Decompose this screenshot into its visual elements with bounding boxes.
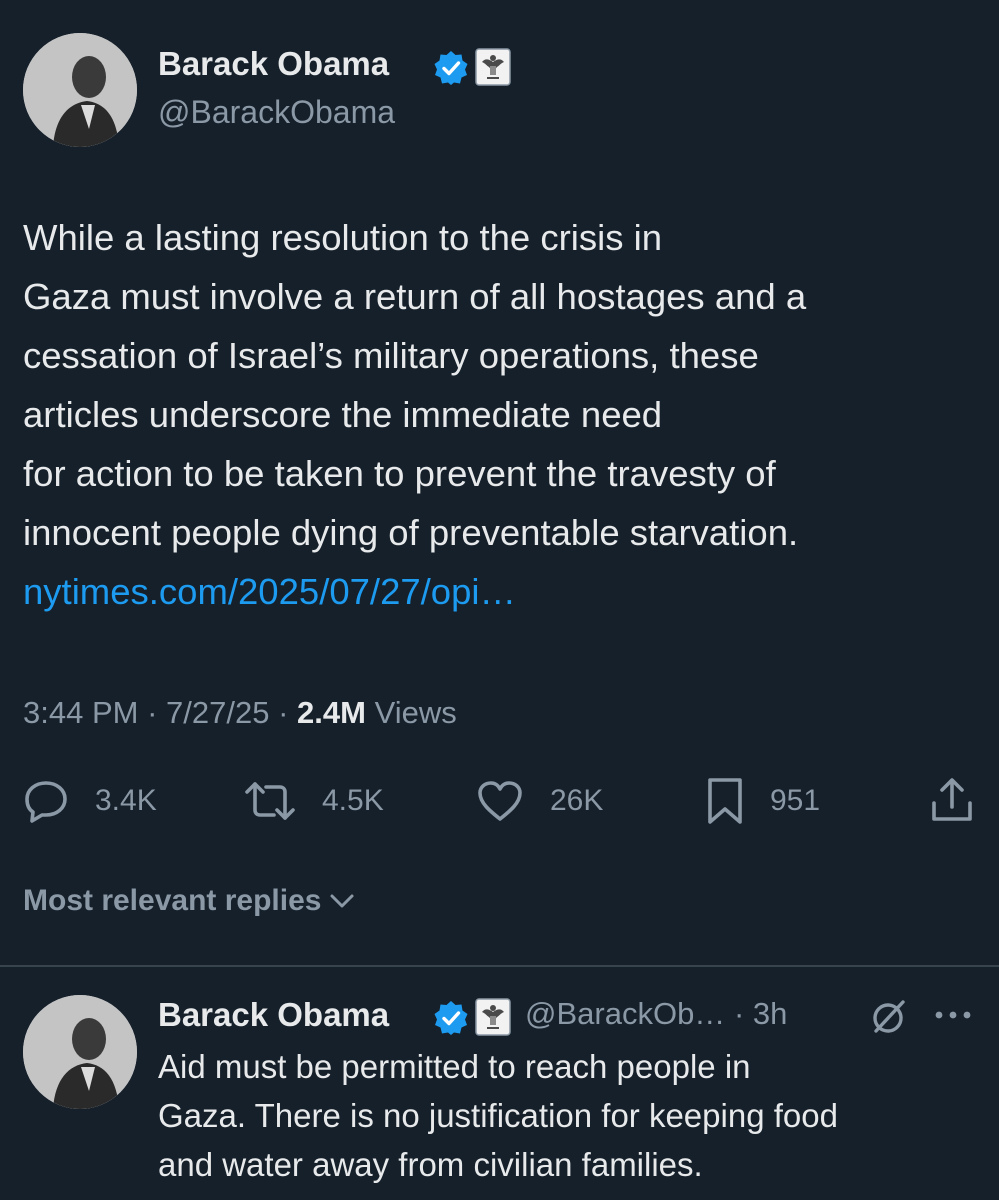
replies-sort-dropdown[interactable]: Most relevant replies	[23, 884, 355, 918]
author-handle[interactable]: @BarackObama	[158, 94, 395, 131]
tweet-text-line: cessation of Israel’s military operation…	[23, 335, 759, 376]
reply-button[interactable]: 3.4K	[23, 779, 157, 823]
like-button[interactable]: 26K	[476, 779, 603, 823]
bookmark-icon	[706, 777, 744, 825]
reply-text-line: and water away from civilian families.	[158, 1146, 703, 1183]
bookmark-button[interactable]: 951	[706, 777, 820, 825]
author-name[interactable]: Barack Obama	[158, 45, 389, 83]
views-count[interactable]: 2.4M	[297, 695, 366, 730]
bookmark-count: 951	[770, 784, 821, 817]
grok-icon[interactable]	[870, 998, 908, 1041]
tweet-time[interactable]: 3:44 PM	[23, 695, 138, 730]
tweet-meta: 3:44 PM · 7/27/25 · 2.4M Views	[23, 695, 457, 731]
heart-icon	[476, 780, 524, 822]
meta-separator: ·	[278, 695, 289, 730]
repost-count: 4.5K	[322, 784, 384, 817]
section-divider	[0, 965, 999, 967]
tweet-text-line: for action to be taken to prevent the tr…	[23, 453, 776, 494]
reply-body: Aid must be permitted to reach people in…	[158, 1042, 838, 1189]
chevron-down-icon	[329, 884, 355, 918]
government-seal-icon	[475, 48, 511, 86]
repost-button[interactable]: 4.5K	[244, 779, 384, 823]
share-icon	[930, 777, 974, 823]
tweet-body: While a lasting resolution to the crisis…	[23, 208, 983, 621]
meta-separator: ·	[733, 996, 745, 1031]
verified-badge-icon	[433, 1000, 469, 1036]
views-label: Views	[374, 695, 457, 730]
tweet-text-line: articles underscore the immediate need	[23, 394, 663, 435]
reply-text-line: Gaza. There is no justification for keep…	[158, 1097, 838, 1134]
more-icon[interactable]	[933, 1008, 973, 1027]
like-count: 26K	[550, 784, 604, 817]
tweet-text-line: Gaza must involve a return of all hostag…	[23, 276, 807, 317]
tweet-text-line: While a lasting resolution to the crisis…	[23, 217, 663, 258]
government-seal-icon	[475, 998, 511, 1036]
reply-author-handle[interactable]: @BarackOb…	[525, 996, 725, 1031]
reply-icon	[23, 779, 69, 823]
author-avatar[interactable]	[23, 33, 137, 147]
reply-author-avatar[interactable]	[23, 995, 137, 1109]
reply-time[interactable]: 3h	[753, 996, 787, 1031]
tweet-date[interactable]: 7/27/25	[166, 695, 269, 730]
reply-meta: @BarackOb… · 3h	[525, 996, 787, 1032]
replies-sort-label: Most relevant replies	[23, 884, 322, 917]
tweet-text-line: innocent people dying of preventable sta…	[23, 512, 799, 553]
meta-separator: ·	[147, 695, 158, 730]
reply-count: 3.4K	[95, 784, 157, 817]
reply-text-line: Aid must be permitted to reach people in	[158, 1048, 751, 1085]
repost-icon	[244, 780, 296, 822]
share-button[interactable]	[930, 776, 974, 824]
tweet-link[interactable]: nytimes.com/2025/07/27/opi…	[23, 562, 983, 621]
reply-author-name[interactable]: Barack Obama	[158, 996, 389, 1034]
verified-badge-icon	[433, 50, 469, 86]
